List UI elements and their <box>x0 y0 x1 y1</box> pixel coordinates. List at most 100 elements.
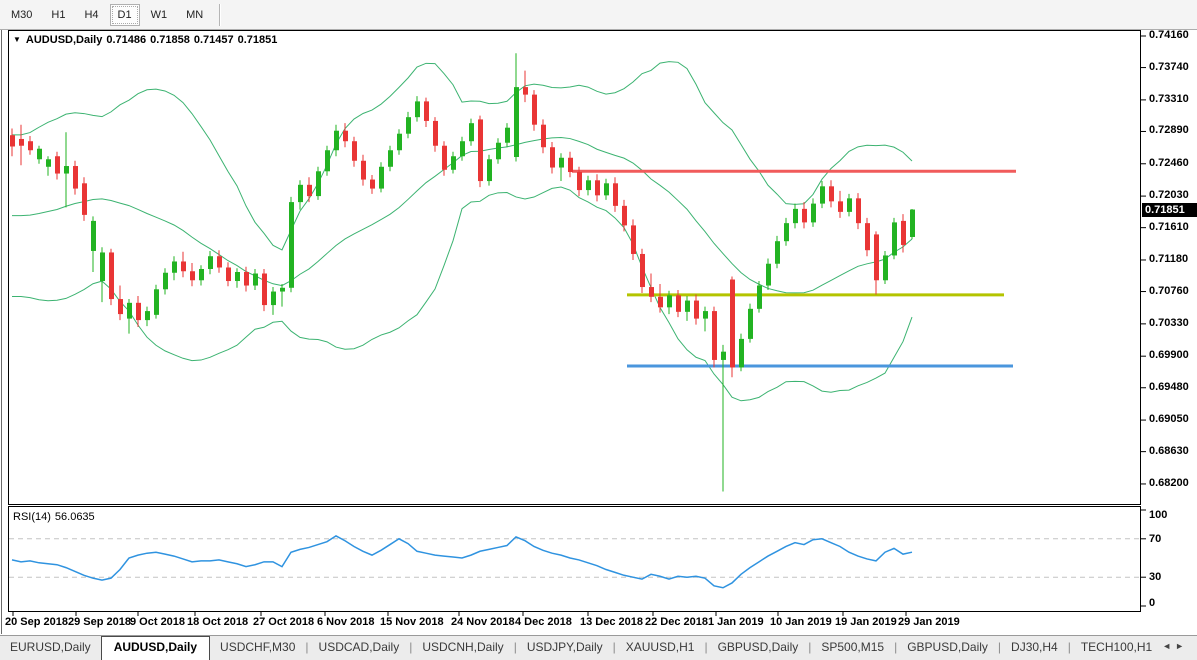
date-axis-label: 13 Dec 2018 <box>580 616 643 628</box>
date-axis-label: 9 Oct 2018 <box>130 616 185 628</box>
candle-body <box>550 147 555 167</box>
candle-body <box>226 267 231 281</box>
chart-tab-audusd-daily[interactable]: AUDUSD,Daily <box>101 636 210 660</box>
candle-body <box>442 146 447 170</box>
candle-body <box>586 180 591 190</box>
chart-tab-usdjpy-daily[interactable]: USDJPY,Daily <box>517 636 613 660</box>
candle-body <box>82 183 87 215</box>
date-axis-label: 27 Oct 2018 <box>253 616 314 628</box>
price-axis-label: 0.71610 <box>1149 221 1189 233</box>
candle-body <box>64 166 69 174</box>
chart-tab-gbpusd-daily[interactable]: GBPUSD,Daily <box>708 636 809 660</box>
chart-tab-dj30-h4[interactable]: DJ30,H4 <box>1001 636 1068 660</box>
chart-tab-bar: EURUSD,DailyAUDUSD,DailyUSDCHF,M30|USDCA… <box>0 635 1197 660</box>
rsi-axis-label: 0 <box>1149 597 1155 609</box>
candle-body <box>217 256 222 267</box>
timeframe-button-h1[interactable]: H1 <box>43 4 73 26</box>
timeframe-button-h4[interactable]: H4 <box>76 4 106 26</box>
candle-body <box>892 222 897 255</box>
candle-body <box>487 159 492 181</box>
rsi-indicator-label: RSI(14)56.0635 <box>13 511 99 523</box>
chart-tab-tech100-h1[interactable]: TECH100,H1 <box>1071 636 1162 660</box>
candle-body <box>208 256 213 269</box>
candle-body <box>865 223 870 250</box>
candle-body <box>91 221 96 251</box>
price-panel-frame <box>9 31 1141 505</box>
candle-body <box>856 198 861 223</box>
candle-body <box>271 292 276 306</box>
tab-scroll-arrows: ◄► <box>1162 636 1197 660</box>
candle-body <box>622 206 627 226</box>
chart-tab-sp500-m15[interactable]: SP500,M15 <box>811 636 894 660</box>
candle-body <box>235 272 240 281</box>
price-axis-label: 0.72890 <box>1149 124 1189 136</box>
bar-close: 0.71851 <box>238 34 278 46</box>
candle-body <box>532 95 537 125</box>
chart-canvas[interactable] <box>0 0 1197 659</box>
price-axis-label: 0.72030 <box>1149 189 1189 201</box>
candle-body <box>55 156 60 173</box>
bar-high: 0.71858 <box>150 34 190 46</box>
candle-body <box>253 274 258 286</box>
candle-body <box>10 135 15 146</box>
candle-body <box>766 264 771 286</box>
candle-body <box>451 156 456 170</box>
chart-tab-usdchf-m30[interactable]: USDCHF,M30 <box>210 636 305 660</box>
date-axis-label: 18 Oct 2018 <box>187 616 248 628</box>
timeframe-button-w1[interactable]: W1 <box>143 4 176 26</box>
candle-body <box>721 352 726 360</box>
chart-tab-usdcad-daily[interactable]: USDCAD,Daily <box>309 636 410 660</box>
timeframe-button-d1[interactable]: D1 <box>110 4 140 26</box>
candle-body <box>397 134 402 151</box>
candle-body <box>307 185 312 196</box>
date-axis-label: 15 Nov 2018 <box>380 616 444 628</box>
candle-body <box>658 297 663 308</box>
candle-body <box>136 303 141 320</box>
candle-body <box>523 87 528 95</box>
date-axis-label: 29 Jan 2019 <box>898 616 960 628</box>
candle-body <box>316 171 321 196</box>
candle-body <box>676 295 681 312</box>
candle-body <box>325 150 330 171</box>
chart-symbol: AUDUSD,Daily <box>26 34 102 46</box>
candle-body <box>712 311 717 360</box>
candle-body <box>352 141 357 161</box>
date-axis-label: 10 Jan 2019 <box>770 616 832 628</box>
candle-body <box>811 204 816 223</box>
candle-body <box>559 158 564 168</box>
candle-body <box>118 299 123 314</box>
price-axis-label: 0.73310 <box>1149 93 1189 105</box>
candle-body <box>433 121 438 146</box>
rsi-axis-label: 70 <box>1149 533 1161 545</box>
candle-body <box>181 261 186 271</box>
candle-body <box>496 143 501 160</box>
symbol-dropdown-icon[interactable]: ▼ <box>13 35 21 44</box>
candle-body <box>802 209 807 223</box>
candle-body <box>694 301 699 319</box>
candle-body <box>145 311 150 320</box>
chart-tab-xauusd-h1[interactable]: XAUUSD,H1 <box>616 636 705 660</box>
candle-body <box>748 309 753 339</box>
price-axis-label: 0.68200 <box>1149 477 1189 489</box>
candle-body <box>793 209 798 223</box>
candle-body <box>334 131 339 151</box>
chart-tab-eurusd-daily[interactable]: EURUSD,Daily <box>0 636 101 660</box>
tab-scroll-right-icon[interactable]: ► <box>1175 641 1188 651</box>
candle-body <box>289 202 294 288</box>
candle-body <box>604 183 609 195</box>
tab-scroll-left-icon[interactable]: ◄ <box>1162 641 1175 651</box>
candle-body <box>685 301 690 312</box>
candle-body <box>667 295 672 307</box>
timeframe-button-m30[interactable]: M30 <box>3 4 40 26</box>
chart-tab-usdcnh-daily[interactable]: USDCNH,Daily <box>412 636 513 660</box>
candle-body <box>190 271 195 280</box>
candle-body <box>73 166 78 189</box>
timeframe-button-mn[interactable]: MN <box>178 4 211 26</box>
current-price-badge: 0.71851 <box>1142 203 1197 217</box>
date-axis-label: 22 Dec 2018 <box>645 616 708 628</box>
chart-tab-gbpusd-daily[interactable]: GBPUSD,Daily <box>897 636 998 660</box>
price-axis-label: 0.71180 <box>1149 253 1188 265</box>
date-axis-label: 29 Sep 2018 <box>68 616 131 628</box>
candle-body <box>649 287 654 297</box>
candle-body <box>883 255 888 280</box>
